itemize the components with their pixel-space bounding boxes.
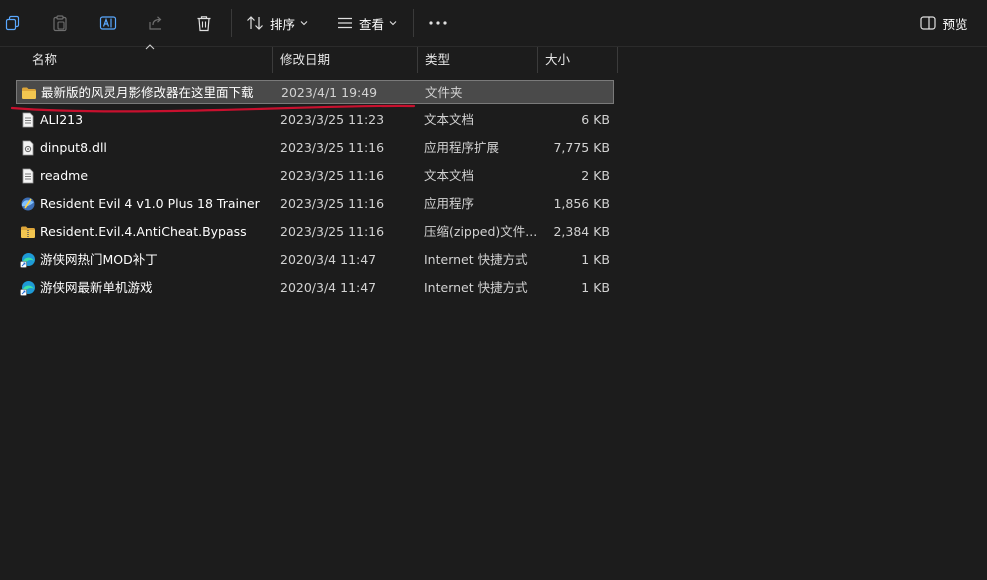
file-name: readme [40,168,89,183]
file-type: 文本文档 [424,168,475,183]
view-label: 查看 [358,16,384,32]
delete-button[interactable] [192,8,216,38]
file-type: 压缩(zipped)文件... [424,224,536,239]
file-size: 7,775 KB [553,140,610,155]
file-date: 2023/3/25 11:16 [280,140,385,155]
column-name-header[interactable]: 名称 [24,47,272,73]
share-button[interactable] [144,8,168,38]
preview-pane-button[interactable]: 预览 [914,8,974,38]
copy-icon [5,15,20,31]
column-type-header[interactable]: 类型 [417,47,537,73]
file-row[interactable]: Resident.Evil.4.AntiCheat.Bypass 2023/3/… [16,220,614,244]
view-button[interactable]: 查看 [334,8,400,38]
sort-button[interactable]: 排序 [244,8,310,38]
file-name: Resident.Evil.4.AntiCheat.Bypass [40,224,247,239]
chevron-down-icon [389,21,397,26]
view-list-icon [337,17,352,29]
file-size: 1 KB [581,280,610,295]
file-size [537,81,611,105]
sort-icon [247,16,263,30]
file-row[interactable]: ALI213 2023/3/25 11:23 文本文档 6 KB [16,108,614,132]
more-options-button[interactable] [424,8,452,38]
zip-folder-icon [21,226,35,238]
share-icon [149,16,162,30]
file-row[interactable]: 游侠网热门MOD补丁 2020/3/4 11:47 Internet 快捷方式 … [16,248,614,272]
file-name: ALI213 [40,112,84,127]
file-date: 2023/3/25 11:16 [280,196,385,211]
rename-icon [99,16,117,30]
sort-label: 排序 [269,16,295,32]
file-date: 2020/3/4 11:47 [280,280,377,295]
paste-icon [53,14,67,31]
file-size: 6 KB [581,112,610,127]
rename-button[interactable] [96,8,120,38]
file-type: 应用程序 [424,196,475,211]
column-date-header[interactable]: 修改日期 [272,47,417,73]
copy-button[interactable] [2,8,24,38]
file-type: 文本文档 [424,112,475,127]
more-icon [429,21,447,25]
trash-icon [197,15,211,31]
file-type: 应用程序扩展 [424,140,500,155]
toolbar-separator [231,9,232,37]
file-name: dinput8.dll [40,140,107,155]
file-row[interactable]: Resident Evil 4 v1.0 Plus 18 Trainer 202… [16,192,614,216]
internet-shortcut-icon [20,253,35,268]
preview-label: 预览 [942,16,968,32]
paste-button[interactable] [48,8,72,38]
file-type: Internet 快捷方式 [424,280,528,295]
preview-pane-icon [920,16,937,30]
file-date: 2023/3/25 11:16 [280,224,385,239]
column-divider[interactable] [617,47,618,73]
file-date: 2020/3/4 11:47 [280,252,377,267]
dll-file-icon [22,140,34,156]
chevron-down-icon [300,21,308,26]
file-size: 1 KB [581,252,610,267]
text-file-icon [22,168,34,184]
file-size: 2 KB [581,168,610,183]
file-row[interactable]: readme 2023/3/25 11:16 文本文档 2 KB [16,164,614,188]
command-bar: 排序 查看 预览 [0,0,987,47]
internet-shortcut-icon [20,281,35,296]
file-size: 2,384 KB [553,224,610,239]
file-date: 2023/3/25 11:23 [280,112,385,127]
file-date: 2023/3/25 11:16 [280,168,385,183]
file-name: 游侠网最新单机游戏 [40,280,153,295]
file-row[interactable]: dinput8.dll 2023/3/25 11:16 应用程序扩展 7,775… [16,136,614,160]
file-size: 1,856 KB [553,196,610,211]
file-type: Internet 快捷方式 [424,252,528,267]
file-name: Resident Evil 4 v1.0 Plus 18 Trainer [40,196,260,211]
text-file-icon [22,112,34,128]
application-icon [21,197,35,211]
toolbar-separator [413,9,414,37]
file-row-folder[interactable]: 最新版的风灵月影修改器在这里面下载 2023/4/1 19:49 文件夹 [16,80,614,104]
file-name: 最新版的风灵月影修改器在这里面下载 [41,85,254,100]
column-size-header[interactable]: 大小 [537,47,617,73]
file-type: 文件夹 [425,85,463,100]
column-header: 名称 修改日期 类型 大小 [0,44,987,73]
file-row[interactable]: 游侠网最新单机游戏 2020/3/4 11:47 Internet 快捷方式 1… [16,276,614,300]
folder-icon [22,87,36,99]
file-date: 2023/4/1 19:49 [281,85,378,100]
file-name: 游侠网热门MOD补丁 [40,252,158,267]
